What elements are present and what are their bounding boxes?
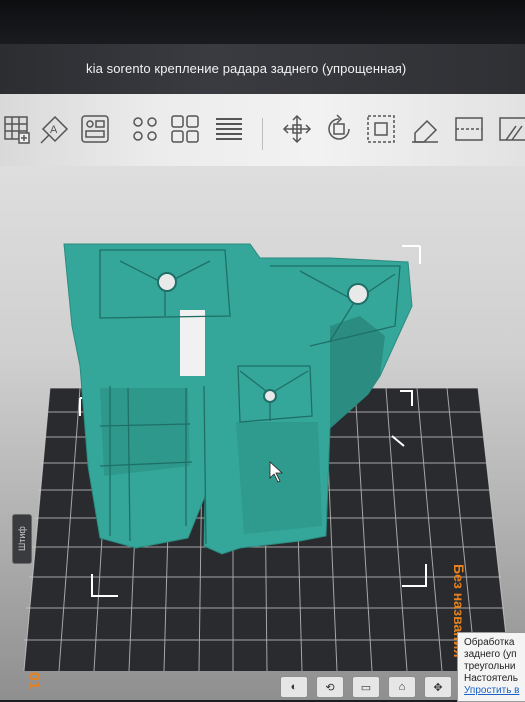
multi-copy-icon[interactable] — [128, 112, 162, 146]
window-title: kia sorento крепление радара заднего (уп… — [86, 61, 407, 76]
move-icon[interactable] — [280, 112, 314, 146]
erase-icon[interactable] — [408, 112, 442, 146]
mount-hole-2 — [347, 283, 369, 305]
window-titlebar: kia sorento крепление радара заднего (уп… — [0, 44, 525, 94]
mount-hole-3 — [263, 389, 277, 403]
monitor-bezel — [0, 0, 525, 44]
3d-viewport[interactable]: Без названия — [0, 166, 525, 700]
plate-number: 01 — [25, 672, 42, 690]
view-control-2[interactable]: ⟲ — [316, 676, 344, 698]
toolbar-divider — [262, 118, 263, 150]
svg-text:A: A — [50, 124, 58, 136]
multi-layout-icon[interactable] — [168, 112, 202, 146]
notification-line-4: Настоятель — [464, 673, 518, 684]
mount-hole-1 — [157, 272, 177, 292]
scale-icon[interactable] — [364, 112, 398, 146]
model-lower-face — [236, 422, 322, 534]
notification-line-2: заднего (уп — [464, 649, 517, 660]
auto-arrange-icon[interactable]: A — [38, 112, 72, 146]
layers-icon[interactable] — [212, 112, 246, 146]
left-side-tab[interactable]: Штиф — [12, 514, 32, 564]
grid-icon[interactable] — [0, 112, 34, 146]
split-icon[interactable] — [452, 112, 486, 146]
main-toolbar: A — [0, 94, 525, 166]
notification-line-1: Обработка — [464, 637, 515, 648]
support-icon[interactable] — [496, 112, 525, 146]
processing-notification: Обработка заднего (уп треугольни Настоят… — [457, 632, 525, 702]
view-controls: ◐ ⟲ ▭ ⌂ ✥ — [280, 674, 460, 700]
view-control-3[interactable]: ▭ — [352, 676, 380, 698]
view-control-4[interactable]: ⌂ — [388, 676, 416, 698]
simplify-link[interactable]: Упростить в — [464, 685, 525, 697]
model-slot — [180, 310, 205, 376]
layout-icon[interactable] — [78, 112, 112, 146]
view-control-5[interactable]: ✥ — [424, 676, 452, 698]
scene-canvas — [23, 243, 511, 672]
rotate-icon[interactable] — [322, 112, 356, 146]
view-control-1[interactable]: ◐ — [280, 676, 308, 698]
notification-line-3: треугольни — [464, 661, 516, 672]
